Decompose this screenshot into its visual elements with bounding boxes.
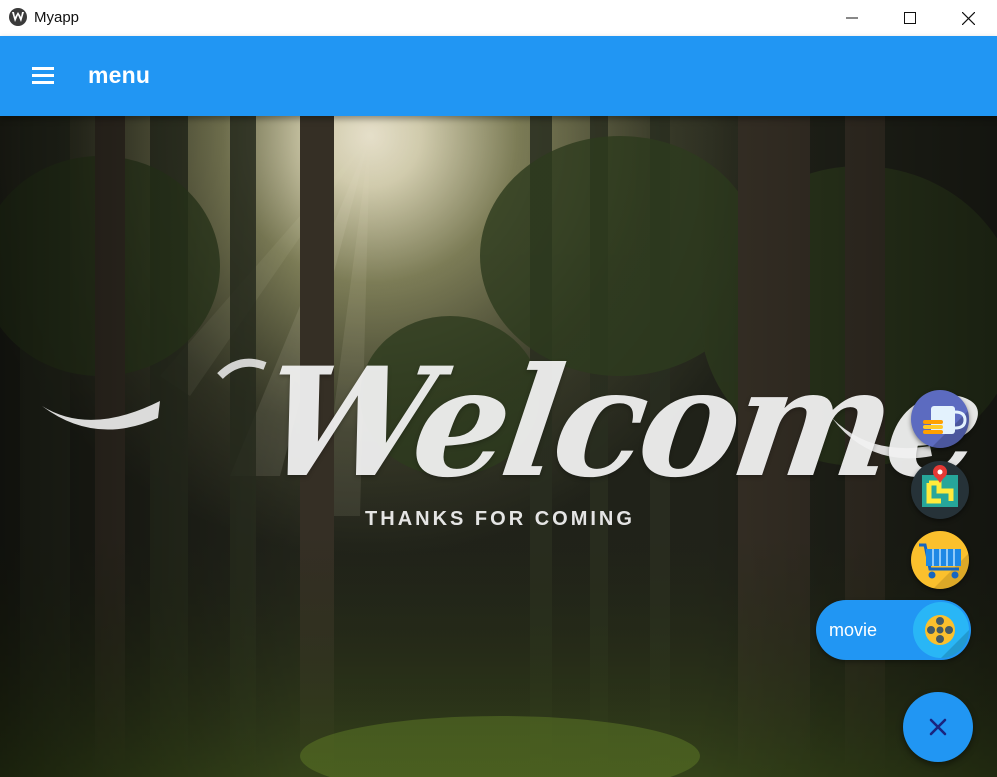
close-window-button[interactable] xyxy=(939,0,997,36)
minimize-icon xyxy=(846,17,858,19)
welcome-headline: Welcome xyxy=(252,335,990,511)
coffee-icon xyxy=(923,406,969,448)
speed-dial-movie-button[interactable]: movie xyxy=(816,600,971,660)
welcome-subheadline: THANKS FOR COMING xyxy=(365,508,635,530)
welcome-banner-image: Welcome THANKS FOR COMING xyxy=(0,116,997,777)
app-logo-icon xyxy=(9,8,27,26)
app-bar: menu xyxy=(0,36,997,116)
minimize-button[interactable] xyxy=(823,0,881,36)
cart-icon xyxy=(919,543,969,589)
maximize-button[interactable] xyxy=(881,0,939,36)
map-icon xyxy=(922,465,958,507)
speed-dial-cart-button[interactable] xyxy=(911,531,969,589)
close-icon xyxy=(929,718,947,736)
window-titlebar: Myapp xyxy=(0,0,997,36)
hamburger-icon[interactable] xyxy=(30,63,56,89)
appbar-title: menu xyxy=(88,62,151,88)
speed-dial-close-button[interactable] xyxy=(903,692,973,762)
maximize-icon xyxy=(904,12,916,24)
speed-dial-map-button[interactable] xyxy=(911,461,969,519)
close-window-icon xyxy=(961,11,975,25)
speed-dial-coffee-button[interactable] xyxy=(911,390,969,448)
window-title: Myapp xyxy=(34,9,80,26)
movie-reel-icon xyxy=(913,602,969,658)
movie-label: movie xyxy=(829,620,878,640)
